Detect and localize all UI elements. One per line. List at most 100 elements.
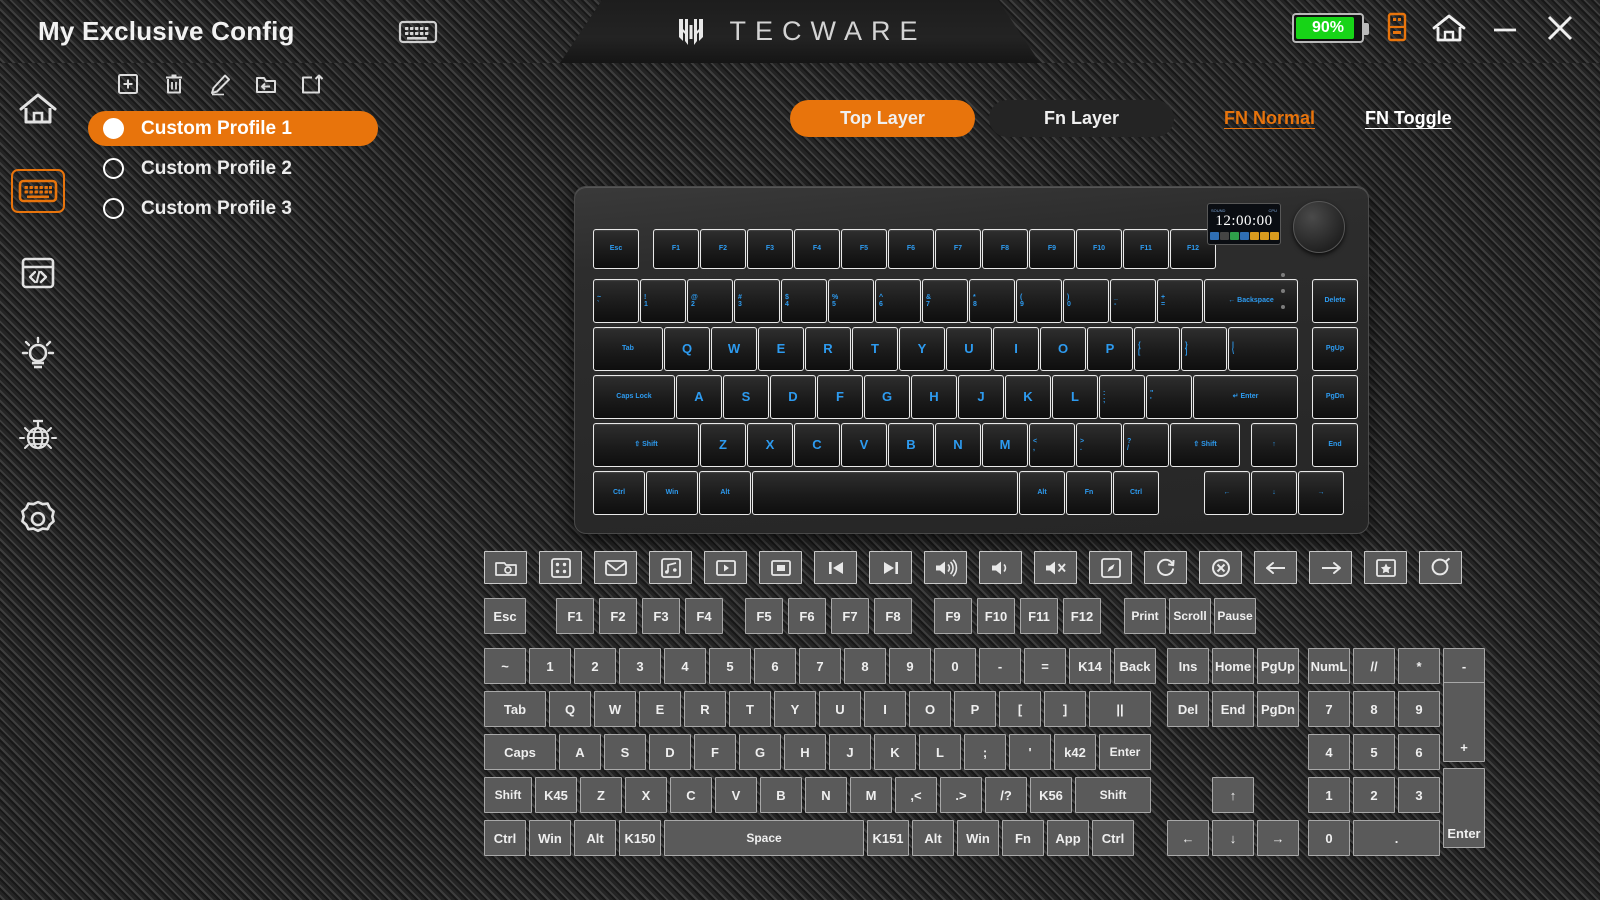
home-icon[interactable] xyxy=(1430,11,1468,45)
preview-key[interactable]: Y xyxy=(899,327,945,371)
preview-key[interactable]: % 5 xyxy=(828,279,874,323)
grid-key[interactable]: ; xyxy=(964,734,1006,770)
browser-forward-icon[interactable] xyxy=(1309,551,1352,584)
grid-key[interactable]: Win xyxy=(529,820,571,856)
preview-key[interactable]: V xyxy=(841,423,887,467)
grid-key[interactable]: 4 xyxy=(1308,734,1350,770)
preview-key[interactable]: {[ xyxy=(1134,327,1180,371)
grid-key[interactable]: Scroll xyxy=(1169,598,1211,634)
search-icon[interactable] xyxy=(1419,551,1462,584)
grid-key[interactable]: K56 xyxy=(1030,777,1072,813)
grid-key[interactable]: 5 xyxy=(709,648,751,684)
preview-key[interactable]: (9 xyxy=(1016,279,1062,323)
grid-key[interactable]: F5 xyxy=(745,598,783,634)
preview-key[interactable]: + = xyxy=(1157,279,1203,323)
keyboard-preview[interactable]: Esc F1 F2 F3 F4 F5 F6 F7 F8 F9 F10 F11 F12 ~ `! 1 @2 #3 $4… xyxy=(574,186,1369,534)
grid-key[interactable]: Alt xyxy=(574,820,616,856)
preview-key[interactable]: ) 0 xyxy=(1063,279,1109,323)
grid-key[interactable]: I xyxy=(864,691,906,727)
preview-key[interactable]: F1 xyxy=(653,229,699,269)
grid-key[interactable]: F12 xyxy=(1063,598,1101,634)
preview-key[interactable]: W xyxy=(711,327,757,371)
grid-key[interactable]: M xyxy=(850,777,892,813)
grid-key[interactable]: 3 xyxy=(619,648,661,684)
preview-key[interactable]: J xyxy=(958,375,1004,419)
grid-key[interactable]: ↑ xyxy=(1212,777,1254,813)
grid-key[interactable]: P xyxy=(954,691,996,727)
preview-key[interactable]: F9 xyxy=(1029,229,1075,269)
grid-key[interactable]: [ xyxy=(999,691,1041,727)
rename-profile-button[interactable] xyxy=(208,72,232,101)
grid-key[interactable]: V xyxy=(715,777,757,813)
import-profile-button[interactable] xyxy=(254,72,278,101)
grid-key[interactable]: NumL xyxy=(1308,648,1350,684)
grid-key[interactable]: G xyxy=(739,734,781,770)
calculator-icon[interactable] xyxy=(539,551,582,584)
grid-key-tall[interactable]: Enter xyxy=(1443,768,1485,848)
grid-key[interactable]: K45 xyxy=(535,777,577,813)
preview-key[interactable]: F6 xyxy=(888,229,934,269)
grid-key[interactable]: F6 xyxy=(788,598,826,634)
preview-key[interactable]: T xyxy=(852,327,898,371)
grid-key[interactable]: K xyxy=(874,734,916,770)
tab-top-layer[interactable]: Top Layer xyxy=(790,100,975,137)
grid-key[interactable]: Alt xyxy=(912,820,954,856)
preview-key[interactable]: & 7 xyxy=(922,279,968,323)
preview-key[interactable]: $4 xyxy=(781,279,827,323)
grid-key[interactable]: F8 xyxy=(874,598,912,634)
sidebar-item-macro[interactable] xyxy=(11,251,65,295)
media-player-icon[interactable] xyxy=(649,551,692,584)
grid-key[interactable]: /? xyxy=(985,777,1027,813)
play-pause-icon[interactable] xyxy=(704,551,747,584)
preview-key[interactable]: D xyxy=(770,375,816,419)
grid-key[interactable]: Print xyxy=(1124,598,1166,634)
grid-key[interactable]: S xyxy=(604,734,646,770)
preview-key[interactable]: :; xyxy=(1099,375,1145,419)
preview-key[interactable]: P xyxy=(1087,327,1133,371)
preview-key[interactable] xyxy=(752,471,1018,515)
export-profile-button[interactable] xyxy=(300,72,324,101)
preview-key[interactable]: }] xyxy=(1181,327,1227,371)
preview-key[interactable]: O xyxy=(1040,327,1086,371)
preview-key[interactable]: N xyxy=(935,423,981,467)
grid-key-tall[interactable]: + xyxy=(1443,682,1485,762)
preview-key[interactable]: @2 xyxy=(687,279,733,323)
preview-key[interactable]: Ctrl xyxy=(1113,471,1159,515)
grid-key[interactable]: = xyxy=(1024,648,1066,684)
preview-key[interactable]: _ - xyxy=(1110,279,1156,323)
browser-back-icon[interactable] xyxy=(1254,551,1297,584)
grid-key[interactable]: Ctrl xyxy=(484,820,526,856)
preview-key[interactable]: * 8 xyxy=(969,279,1015,323)
grid-key[interactable]: k42 xyxy=(1054,734,1096,770)
preview-key[interactable]: H xyxy=(911,375,957,419)
grid-key[interactable]: Y xyxy=(774,691,816,727)
grid-key[interactable]: F1 xyxy=(556,598,594,634)
grid-key[interactable]: 4 xyxy=(664,648,706,684)
grid-key[interactable]: A xyxy=(559,734,601,770)
preview-key[interactable]: PgDn xyxy=(1312,375,1358,419)
grid-key[interactable]: 2 xyxy=(1353,777,1395,813)
grid-key[interactable]: Ctrl xyxy=(1092,820,1134,856)
preview-key[interactable]: " ' xyxy=(1146,375,1192,419)
grid-key[interactable]: D xyxy=(649,734,691,770)
grid-key[interactable]: F7 xyxy=(831,598,869,634)
grid-key[interactable]: Space xyxy=(664,820,864,856)
preview-key[interactable]: S xyxy=(723,375,769,419)
my-computer-icon[interactable] xyxy=(484,551,527,584)
grid-key[interactable]: F xyxy=(694,734,736,770)
grid-key[interactable]: Pause xyxy=(1214,598,1256,634)
preview-key[interactable]: #3 xyxy=(734,279,780,323)
preview-key[interactable]: Alt xyxy=(699,471,751,515)
minimize-button[interactable] xyxy=(1488,11,1522,45)
grid-key[interactable]: Home xyxy=(1212,648,1254,684)
preview-key[interactable]: F5 xyxy=(841,229,887,269)
grid-key[interactable]: Back xyxy=(1114,648,1156,684)
profile-radio[interactable] xyxy=(103,158,124,179)
grid-key[interactable]: F4 xyxy=(685,598,723,634)
grid-key[interactable]: ] xyxy=(1044,691,1086,727)
grid-key[interactable]: || xyxy=(1089,691,1151,727)
grid-key[interactable]: F2 xyxy=(599,598,637,634)
preview-key[interactable]: Ctrl xyxy=(593,471,645,515)
preview-key[interactable]: Tab xyxy=(593,327,663,371)
sidebar-item-keyboard[interactable] xyxy=(10,169,65,213)
